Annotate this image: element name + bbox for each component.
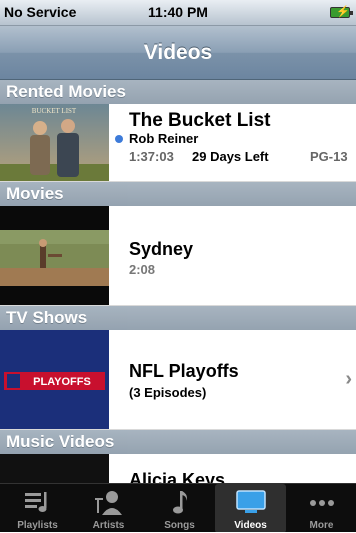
chevron-right-icon: ›: [345, 368, 352, 390]
tab-label: Videos: [234, 520, 267, 531]
battery-icon: ⚡: [330, 6, 353, 18]
tab-songs[interactable]: Songs: [144, 484, 215, 533]
clock: 11:40 PM: [148, 4, 208, 20]
tab-label: Songs: [164, 520, 195, 531]
tab-label: Artists: [92, 520, 125, 531]
page-title: Videos: [143, 41, 213, 64]
section-header-tv-shows: TV Shows: [0, 306, 356, 330]
section-header-movies: Movies: [0, 182, 356, 206]
more-icon: [286, 488, 356, 516]
tv-show-thumbnail: PLAYOFFS: [0, 330, 109, 429]
tab-bar: Playlists Artists Songs Videos More: [0, 483, 356, 533]
movie-rating: PG-13: [310, 149, 348, 164]
movie-poster: BUCKET LIST: [0, 104, 109, 181]
movie-director: Rob Reiner: [129, 131, 199, 146]
list-item-tv-show[interactable]: PLAYOFFS NFL Playoffs (3 Episodes) ›: [0, 330, 356, 430]
tab-label: More: [309, 520, 334, 531]
list-item-rented-movie[interactable]: BUCKET LIST The Bucket List Rob Reiner 1…: [0, 104, 356, 182]
tv-show-title: NFL Playoffs: [129, 361, 239, 381]
movie-title: Sydney: [129, 239, 194, 259]
tab-artists[interactable]: Artists: [73, 484, 144, 533]
tab-videos[interactable]: Videos: [215, 484, 286, 533]
movie-duration: 2:08: [129, 262, 156, 277]
section-header-rented-movies: Rented Movies: [0, 80, 356, 104]
unwatched-indicator: [115, 135, 123, 143]
movie-title: The Bucket List: [129, 110, 271, 131]
rental-days-left: 29 Days Left: [192, 149, 269, 164]
status-bar: No Service 11:40 PM ⚡: [0, 0, 356, 26]
episode-count: (3 Episodes): [129, 385, 207, 400]
list-item-movie[interactable]: Sydney 2:08: [0, 206, 356, 306]
artists-icon: [73, 488, 144, 516]
poster-title: PLAYOFFS: [33, 376, 91, 388]
playlists-icon: [2, 488, 73, 516]
videos-icon: [215, 488, 286, 516]
tab-label: Playlists: [17, 520, 58, 531]
movie-duration: 1:37:03: [129, 149, 174, 164]
movie-thumbnail: [0, 206, 109, 305]
tab-playlists[interactable]: Playlists: [2, 484, 73, 533]
section-header-music-videos: Music Videos: [0, 430, 356, 454]
poster-title: BUCKET LIST: [32, 107, 77, 115]
tab-more[interactable]: More: [286, 484, 356, 533]
navigation-bar: Videos: [0, 26, 356, 80]
songs-icon: [144, 488, 215, 516]
